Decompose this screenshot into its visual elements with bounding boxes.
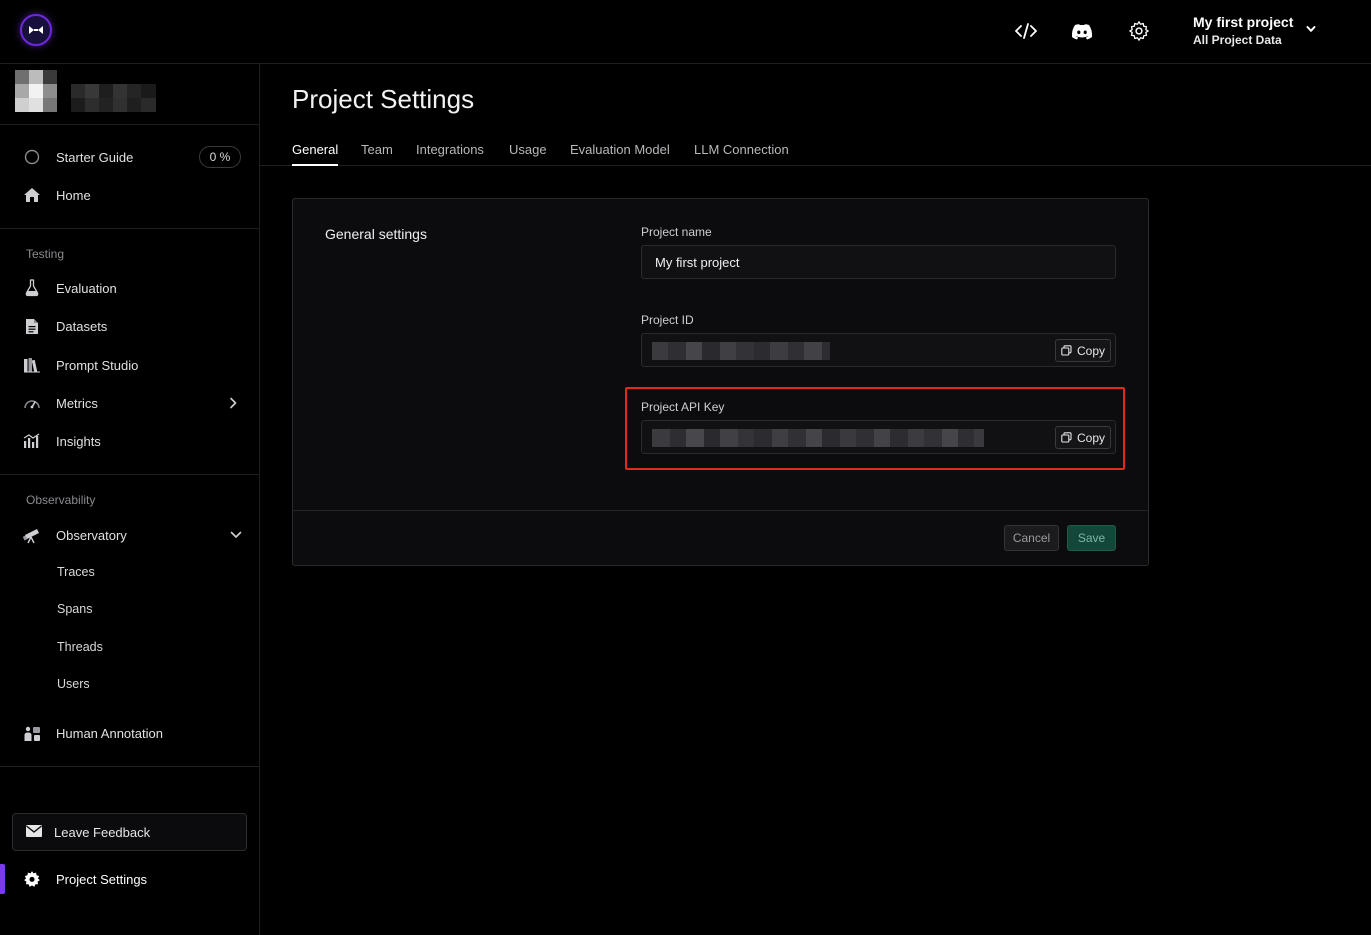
general-settings-card: General settings Project name My first p… <box>292 198 1149 566</box>
sidebar-item-evaluation[interactable]: Evaluation <box>0 270 259 306</box>
sidebar-item-label: Starter Guide <box>56 149 134 165</box>
telescope-icon <box>22 525 42 545</box>
tab-evaluation-model[interactable]: Evaluation Model <box>570 142 670 166</box>
sidebar-item-label: Metrics <box>56 395 98 411</box>
app-logo[interactable] <box>20 14 52 46</box>
sidebar-divider <box>0 766 259 767</box>
chevron-down-icon <box>230 531 242 538</box>
sidebar-item-label: Evaluation <box>56 280 117 296</box>
api-key-highlight-box <box>625 387 1125 470</box>
sidebar-item-observatory[interactable]: Observatory <box>0 517 259 553</box>
tab-integrations[interactable]: Integrations <box>416 142 484 166</box>
project-switcher-scope: All Project Data <box>1193 33 1282 47</box>
sidebar-item-insights[interactable]: Insights <box>0 423 259 459</box>
sidebar-item-prompt-studio[interactable]: Prompt Studio <box>0 347 259 383</box>
sidebar-item-label: Traces <box>57 565 95 579</box>
sidebar-item-label: Home <box>56 187 91 203</box>
copy-project-id-button[interactable]: Copy <box>1055 339 1111 362</box>
sidebar-item-datasets[interactable]: Datasets <box>0 308 259 344</box>
project-switcher[interactable]: My first project All Project Data <box>1193 13 1323 51</box>
sidebar-divider <box>0 228 259 229</box>
books-icon <box>22 355 42 375</box>
section-label-testing: Testing <box>26 247 65 261</box>
card-title: General settings <box>325 226 427 242</box>
starter-guide-progress-badge: 0 % <box>199 146 241 168</box>
sidebar-item-label: Datasets <box>56 318 108 334</box>
chevron-right-icon <box>230 397 237 409</box>
card-footer-divider <box>293 510 1148 511</box>
sidebar-item-label: Project Settings <box>56 871 148 887</box>
organization-header[interactable] <box>0 64 259 125</box>
project-name-input[interactable]: My first project <box>641 245 1116 279</box>
sidebar-item-users[interactable]: Users <box>0 666 259 702</box>
annotation-icon <box>22 723 42 743</box>
flask-icon <box>22 278 42 298</box>
sidebar-item-threads[interactable]: Threads <box>0 629 259 665</box>
sidebar-item-label: Insights <box>56 433 101 449</box>
gear-icon <box>22 869 42 889</box>
circle-icon <box>22 147 42 167</box>
leave-feedback-button[interactable]: Leave Feedback <box>12 813 247 851</box>
discord-icon[interactable] <box>1069 18 1095 44</box>
bar-chart-icon <box>22 431 42 451</box>
save-button[interactable]: Save <box>1067 525 1116 551</box>
copy-label: Copy <box>1076 343 1105 358</box>
sidebar-item-traces[interactable]: Traces <box>0 554 259 590</box>
top-bar: My first project All Project Data <box>0 0 1371 64</box>
leave-feedback-label: Leave Feedback <box>54 825 151 840</box>
envelope-icon <box>26 825 42 837</box>
project-switcher-name: My first project <box>1193 14 1294 30</box>
tab-llm-connection[interactable]: LLM Connection <box>694 142 789 166</box>
project-name-label: Project name <box>641 225 712 239</box>
project-name-value: My first project <box>655 254 740 270</box>
organization-name-redacted <box>71 84 156 112</box>
sidebar-item-label: Threads <box>57 640 103 654</box>
sidebar-divider <box>0 474 259 475</box>
sidebar-item-label: Observatory <box>56 527 127 543</box>
sidebar-item-spans[interactable]: Spans <box>0 591 259 627</box>
section-label-observability: Observability <box>26 493 96 507</box>
sidebar-item-human-annotation[interactable]: Human Annotation <box>0 715 259 751</box>
cancel-button[interactable]: Cancel <box>1004 525 1059 551</box>
sidebar: Starter Guide 0 % Home Testing Evaluatio… <box>0 64 260 935</box>
sidebar-item-label: Spans <box>57 602 93 616</box>
copy-icon <box>1061 345 1072 356</box>
project-id-label: Project ID <box>641 313 694 327</box>
organization-avatar <box>15 70 57 112</box>
sidebar-item-label: Users <box>57 677 90 691</box>
sidebar-item-label: Human Annotation <box>56 725 163 741</box>
sidebar-item-home[interactable]: Home <box>0 177 259 213</box>
page-title: Project Settings <box>292 84 475 114</box>
chevron-down-icon <box>1306 26 1316 32</box>
settings-tabs: General Team Integrations Usage Evaluati… <box>260 137 1371 166</box>
gauge-icon <box>22 393 42 413</box>
document-icon <box>22 316 42 336</box>
sidebar-item-starter-guide[interactable]: Starter Guide 0 % <box>0 139 259 175</box>
sidebar-item-metrics[interactable]: Metrics <box>0 385 259 421</box>
sidebar-item-project-settings[interactable]: Project Settings <box>0 861 259 897</box>
tab-team[interactable]: Team <box>361 142 393 166</box>
settings-gear-icon[interactable] <box>1126 18 1152 44</box>
code-icon[interactable] <box>1013 18 1039 44</box>
logo-icon <box>29 26 43 34</box>
sidebar-item-label: Prompt Studio <box>56 357 139 373</box>
tab-general[interactable]: General <box>292 142 339 166</box>
home-icon <box>22 185 42 205</box>
project-id-field[interactable]: Copy <box>641 333 1116 367</box>
tab-usage[interactable]: Usage <box>509 142 547 166</box>
